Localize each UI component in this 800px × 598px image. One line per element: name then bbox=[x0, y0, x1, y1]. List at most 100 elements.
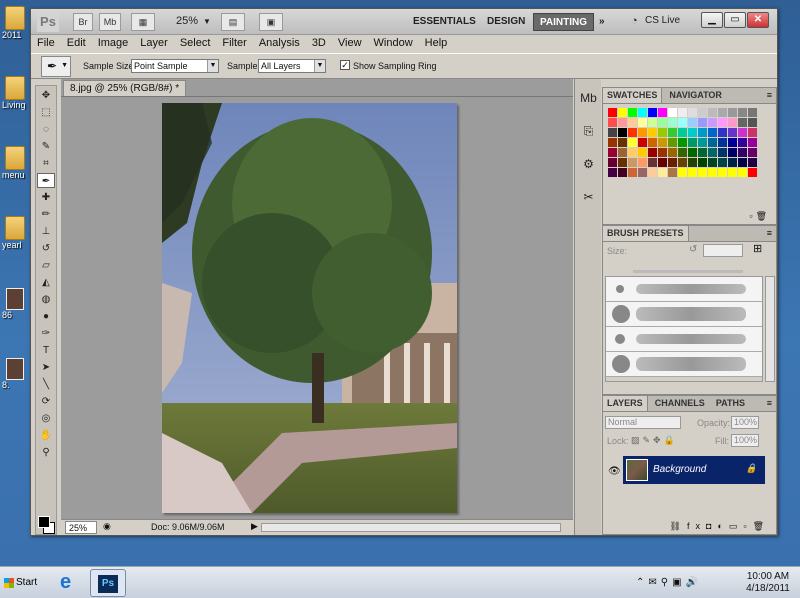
view-extras-button[interactable]: ▦ bbox=[131, 13, 155, 31]
workspace-painting[interactable]: PAINTING bbox=[533, 13, 595, 31]
menu-layer[interactable]: Layer bbox=[134, 35, 174, 51]
add-mask-icon[interactable]: ◘ bbox=[706, 521, 717, 531]
color-swatch[interactable] bbox=[668, 168, 677, 177]
color-swatch[interactable] bbox=[648, 128, 657, 137]
color-swatch[interactable] bbox=[728, 128, 737, 137]
color-swatch[interactable] bbox=[628, 168, 637, 177]
workspace-essentials[interactable]: ESSENTIALS bbox=[407, 13, 482, 31]
color-swatch[interactable] bbox=[668, 108, 677, 117]
tab-brush-presets[interactable]: BRUSH PRESETS bbox=[603, 226, 689, 241]
color-swatch[interactable] bbox=[718, 158, 727, 167]
color-swatch[interactable] bbox=[698, 148, 707, 157]
zoom-level[interactable]: 25% bbox=[176, 15, 198, 27]
color-swatch[interactable] bbox=[658, 118, 667, 127]
foreground-color-swatch[interactable] bbox=[38, 516, 50, 528]
paint-bucket-tool[interactable]: ◭ bbox=[37, 275, 55, 290]
color-swatch[interactable] bbox=[648, 108, 657, 117]
color-swatch[interactable] bbox=[618, 138, 627, 147]
color-swatch[interactable] bbox=[708, 168, 717, 177]
color-swatch[interactable] bbox=[718, 168, 727, 177]
history-panel-icon[interactable]: ⎘ bbox=[577, 120, 600, 143]
layer-row-background[interactable]: Background 🔒 bbox=[623, 456, 765, 484]
horizontal-scrollbar[interactable] bbox=[261, 523, 561, 532]
blur-tool[interactable]: ◍ bbox=[37, 292, 55, 307]
desktop-icon-folder[interactable]: menu bbox=[2, 146, 30, 180]
panel-menu-icon[interactable]: ≡ bbox=[767, 90, 772, 100]
color-swatch[interactable] bbox=[738, 158, 747, 167]
color-swatch[interactable] bbox=[648, 168, 657, 177]
color-swatch[interactable] bbox=[648, 118, 657, 127]
move-tool[interactable]: ✥ bbox=[37, 88, 55, 103]
menu-filter[interactable]: Filter bbox=[216, 35, 252, 51]
eyedropper-tool[interactable]: ✒ bbox=[37, 173, 55, 188]
color-swatch[interactable] bbox=[608, 138, 617, 147]
brush-size-field[interactable] bbox=[703, 244, 743, 257]
tab-channels[interactable]: CHANNELS bbox=[651, 396, 709, 411]
color-swatch[interactable] bbox=[718, 138, 727, 147]
brush-preset[interactable] bbox=[606, 327, 762, 352]
tab-layers[interactable]: LAYERS bbox=[603, 396, 648, 411]
desktop-icon-image[interactable]: 8. bbox=[2, 358, 30, 390]
color-swatch[interactable] bbox=[708, 118, 717, 127]
color-swatch[interactable] bbox=[638, 108, 647, 117]
clone-stamp-tool[interactable]: ⊥ bbox=[37, 224, 55, 239]
bridge-button[interactable]: Br bbox=[73, 13, 93, 31]
color-swatch[interactable] bbox=[668, 148, 677, 157]
close-button[interactable]: ✕ bbox=[747, 12, 769, 28]
color-swatch[interactable] bbox=[618, 158, 627, 167]
color-swatch[interactable] bbox=[748, 158, 757, 167]
color-swatch[interactable] bbox=[658, 148, 667, 157]
color-swatch[interactable] bbox=[748, 148, 757, 157]
color-swatch[interactable] bbox=[708, 158, 717, 167]
color-swatch[interactable] bbox=[738, 148, 747, 157]
3d-rotate-tool[interactable]: ⟳ bbox=[37, 394, 55, 409]
color-swatch[interactable] bbox=[678, 148, 687, 157]
clone-source-panel-icon[interactable]: ⚙ bbox=[577, 153, 600, 176]
color-swatch[interactable] bbox=[728, 168, 737, 177]
color-swatch[interactable] bbox=[738, 138, 747, 147]
quick-selection-tool[interactable]: ✎ bbox=[37, 139, 55, 154]
show-sampling-ring-checkbox[interactable]: ✓ bbox=[340, 60, 350, 70]
healing-brush-tool[interactable]: ✚ bbox=[37, 190, 55, 205]
color-swatch[interactable] bbox=[678, 168, 687, 177]
color-swatch[interactable] bbox=[708, 108, 717, 117]
color-swatch[interactable] bbox=[718, 148, 727, 157]
restore-button[interactable]: ▭ bbox=[724, 12, 746, 28]
crop-tool[interactable]: ⌗ bbox=[37, 156, 55, 171]
document-canvas[interactable] bbox=[162, 103, 457, 513]
color-swatch[interactable] bbox=[678, 108, 687, 117]
more-workspaces-button[interactable]: » bbox=[593, 13, 611, 31]
color-swatch[interactable] bbox=[608, 158, 617, 167]
color-swatch[interactable] bbox=[648, 138, 657, 147]
color-swatch[interactable] bbox=[628, 118, 637, 127]
trash-icon[interactable]: 🗑 bbox=[756, 211, 770, 221]
canvas-pasteboard[interactable] bbox=[61, 96, 573, 519]
brush-panel-toggle-icon[interactable]: ⊞ bbox=[753, 242, 762, 255]
cs-live-icon[interactable]: ◔ bbox=[631, 15, 638, 27]
color-swatch[interactable] bbox=[618, 118, 627, 127]
color-swatch[interactable] bbox=[748, 118, 757, 127]
color-swatch[interactable] bbox=[748, 108, 757, 117]
color-swatch[interactable] bbox=[658, 108, 667, 117]
color-swatch[interactable] bbox=[608, 108, 617, 117]
document-tab[interactable]: 8.jpg @ 25% (RGB/8#) * bbox=[63, 80, 187, 96]
tab-paths[interactable]: PATHS bbox=[712, 396, 749, 411]
eraser-tool[interactable]: ▱ bbox=[37, 258, 55, 273]
color-swatch[interactable] bbox=[628, 128, 637, 137]
tool-presets-panel-icon[interactable]: ✂ bbox=[577, 186, 600, 209]
link-layers-icon[interactable]: ⛓ bbox=[670, 521, 687, 531]
color-swatch[interactable] bbox=[718, 108, 727, 117]
color-swatch[interactable] bbox=[668, 158, 677, 167]
color-swatch[interactable] bbox=[668, 128, 677, 137]
color-swatch[interactable] bbox=[698, 118, 707, 127]
color-swatch[interactable] bbox=[628, 158, 637, 167]
color-swatch[interactable] bbox=[608, 168, 617, 177]
color-swatch[interactable] bbox=[648, 158, 657, 167]
pen-tool[interactable]: ✑ bbox=[37, 326, 55, 341]
color-swatch[interactable] bbox=[608, 128, 617, 137]
tool-preset-picker[interactable]: ✒ ▼ bbox=[41, 56, 71, 77]
color-swatch[interactable] bbox=[628, 108, 637, 117]
brush-preset[interactable] bbox=[606, 277, 762, 302]
menu-analysis[interactable]: Analysis bbox=[253, 35, 306, 51]
color-swatch[interactable] bbox=[628, 138, 637, 147]
